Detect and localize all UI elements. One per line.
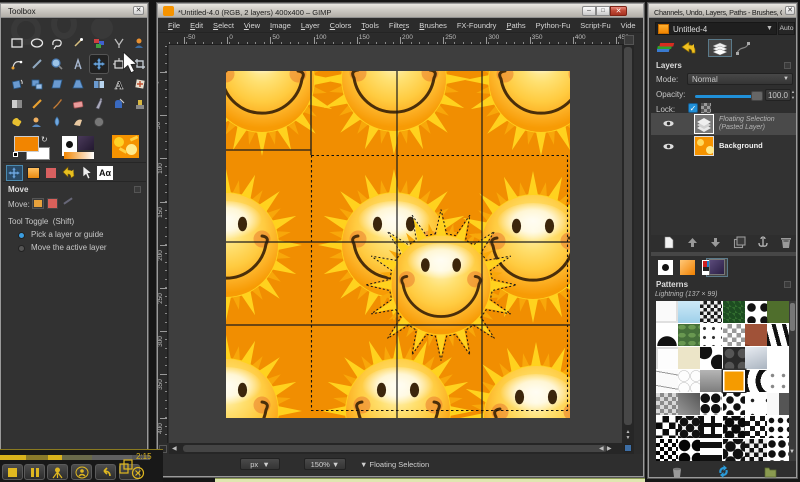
svg-text:A: A xyxy=(115,78,124,91)
